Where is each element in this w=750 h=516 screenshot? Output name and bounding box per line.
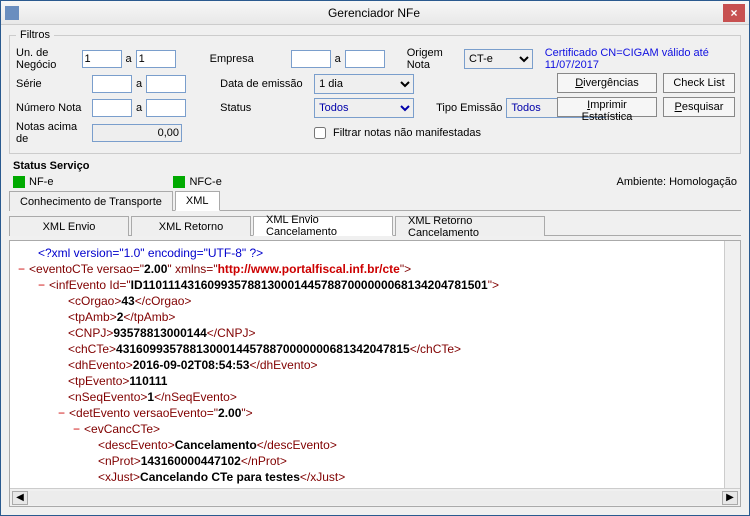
un-negocio-from[interactable] xyxy=(82,50,122,68)
nfc-status-label: NFC-e xyxy=(189,176,221,188)
notas-label: Notas acima de xyxy=(16,121,88,145)
main-tabbar: Conhecimento de Transporte XML xyxy=(9,190,741,211)
subtab-retorno-canc[interactable]: XML Retorno Cancelamento xyxy=(395,216,545,236)
origem-select[interactable]: CT-e xyxy=(464,49,533,69)
status-service-label: Status Serviço xyxy=(13,160,89,172)
numero-label: Número Nota xyxy=(16,102,88,114)
serie-label: Série xyxy=(16,78,88,90)
button-column: Divergências Check List Imprimir Estatís… xyxy=(557,73,735,117)
subtab-envio[interactable]: XML Envio xyxy=(9,216,129,236)
content-area: Filtros Un. de Negócio a Empresa a Orige… xyxy=(1,25,749,515)
horizontal-scrollbar[interactable]: ◀ ▶ xyxy=(10,488,740,506)
ambiente-label: Ambiente: Homologação xyxy=(617,176,737,188)
data-select[interactable]: 1 dia xyxy=(314,74,414,94)
filtrar-checkbox-row[interactable]: Filtrar notas não manifestadas xyxy=(310,124,481,142)
a-label-3: a xyxy=(136,78,142,90)
xml-content[interactable]: <?xml version="1.0" encoding="UTF-8" ?> … xyxy=(10,241,740,488)
divergencias-button[interactable]: Divergências xyxy=(557,73,657,93)
status-icons-row: NF-e NFC-e Ambiente: Homologação xyxy=(9,174,741,190)
un-negocio-to[interactable] xyxy=(136,50,176,68)
a-label-1: a xyxy=(126,53,132,65)
sub-tabbar: XML Envio XML Retorno XML Envio Cancelam… xyxy=(9,215,741,236)
tab-conhecimento[interactable]: Conhecimento de Transporte xyxy=(9,191,173,211)
scroll-left-icon[interactable]: ◀ xyxy=(12,491,28,505)
nfe-status-icon xyxy=(13,176,25,188)
checklist-button[interactable]: Check List xyxy=(663,73,735,93)
filtrar-checkbox[interactable] xyxy=(314,127,326,139)
numero-to[interactable] xyxy=(146,99,186,117)
origem-label: Origem Nota xyxy=(407,47,460,71)
titlebar: Gerenciador NFe × xyxy=(1,1,749,25)
empresa-to[interactable] xyxy=(345,50,385,68)
a-label-2: a xyxy=(335,53,341,65)
scroll-track[interactable] xyxy=(30,491,720,505)
un-negocio-label: Un. de Negócio xyxy=(16,47,78,71)
pesquisar-button[interactable]: Pesquisar xyxy=(663,97,735,117)
certificate-text: Certificado CN=CIGAM válido até 11/07/20… xyxy=(545,47,734,71)
serie-from[interactable] xyxy=(92,75,132,93)
data-label: Data de emissão xyxy=(220,78,310,90)
filters-legend: Filtros xyxy=(16,29,54,41)
subtab-envio-canc[interactable]: XML Envio Cancelamento xyxy=(253,216,393,236)
filtrar-label: Filtrar notas não manifestadas xyxy=(333,127,481,139)
xml-panel: <?xml version="1.0" encoding="UTF-8" ?> … xyxy=(9,240,741,507)
status-filter-label: Status xyxy=(220,102,310,114)
a-label-4: a xyxy=(136,102,142,114)
status-service-row: Status Serviço xyxy=(9,158,741,174)
app-window: Gerenciador NFe × Filtros Un. de Negócio… xyxy=(0,0,750,516)
status-select[interactable]: Todos xyxy=(314,98,414,118)
window-title: Gerenciador NFe xyxy=(25,6,723,20)
imprimir-button[interactable]: Imprimir Estatística xyxy=(557,97,657,117)
app-icon xyxy=(5,6,19,20)
nfe-status-label: NF-e xyxy=(29,176,53,188)
scroll-right-icon[interactable]: ▶ xyxy=(722,491,738,505)
nfc-status-icon xyxy=(173,176,185,188)
numero-from[interactable] xyxy=(92,99,132,117)
subtab-retorno[interactable]: XML Retorno xyxy=(131,216,251,236)
empresa-label: Empresa xyxy=(210,53,287,65)
notas-valor[interactable] xyxy=(92,124,182,142)
tab-xml[interactable]: XML xyxy=(175,191,220,211)
tipo-label: Tipo Emissão xyxy=(436,102,502,114)
close-button[interactable]: × xyxy=(723,4,745,22)
empresa-from[interactable] xyxy=(291,50,331,68)
vertical-scrollbar[interactable] xyxy=(724,241,740,488)
serie-to[interactable] xyxy=(146,75,186,93)
